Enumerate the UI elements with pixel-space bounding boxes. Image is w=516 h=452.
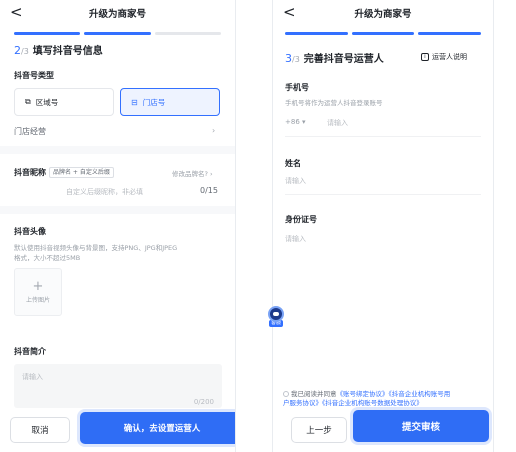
account-type-label: 抖音号类型 — [14, 71, 54, 80]
nickname-label-text: 抖音昵称 — [14, 168, 46, 177]
step-total: /3 — [292, 55, 300, 64]
agreement-text: 我已阅读并同意《账号绑定协议》《抖音企业机构账号用 户服务协议》《抖音企业机构账… — [283, 390, 489, 408]
cancel-button[interactable]: 取消 — [10, 417, 70, 443]
info-icon: i — [421, 53, 429, 61]
store-operation-row[interactable]: 门店经营 — [14, 126, 46, 137]
country-code-select[interactable]: +86 ▾ — [285, 118, 306, 126]
id-number-label: 身份证号 — [285, 215, 317, 224]
left-screen: < 升级为商家号 2/3 填写抖音号信息 抖音号类型 ⧉ 区域号 ⊟ 门店号 门店… — [0, 0, 236, 452]
progress-segment-3 — [154, 32, 221, 35]
customer-service-float[interactable]: 客服 — [266, 306, 286, 336]
phone-hint: 手机号将作为运营人抖音登录账号 — [285, 99, 383, 107]
submit-review-button[interactable]: 提交审核 — [353, 410, 489, 442]
step-progress — [14, 32, 221, 35]
progress-segment-1 — [14, 32, 81, 35]
agree-prefix: 我已阅读并同意 — [291, 390, 337, 398]
nickname-format-badge: 品牌名 + 自定义后缀 — [49, 167, 114, 178]
step-heading: 2/3 填写抖音号信息 — [14, 42, 103, 57]
back-icon[interactable]: < — [10, 3, 23, 21]
option-region-label: 区域号 — [35, 97, 59, 107]
intro-placeholder: 请输入 — [22, 373, 43, 381]
agreement-radio[interactable] — [283, 391, 289, 397]
option-region-account[interactable]: ⧉ 区域号 — [14, 88, 114, 116]
field-divider — [285, 194, 481, 195]
progress-segment-2 — [84, 32, 151, 35]
agreement-link-2[interactable]: 户服务协议》《抖音企业机构账号数据处理协议》 — [283, 399, 423, 407]
step-title: 填写抖音号信息 — [32, 46, 103, 57]
step-number: 3 — [285, 52, 292, 65]
avatar-hint-line-1: 默认使用抖音视频头像与背景图，支持PNG、JPG和JPEG — [14, 244, 178, 252]
intro-counter: 0/200 — [193, 398, 214, 406]
step-heading: 3/3 完善抖音号运营人 — [285, 50, 384, 65]
option-store-account[interactable]: ⊟ 门店号 — [120, 88, 220, 116]
right-screen: < 升级为商家号 3/3 完善抖音号运营人 i 运营人说明 手机号 手机号将作为运… — [272, 0, 494, 452]
upload-image-label: 上传图片 — [25, 296, 50, 304]
id-number-input[interactable]: 请输入 — [285, 234, 306, 244]
store-icon: ⊟ — [131, 97, 138, 107]
name-label: 姓名 — [285, 159, 301, 168]
intro-textarea[interactable]: 请输入 0/200 — [14, 364, 222, 408]
progress-segment-1 — [285, 32, 348, 35]
chevron-right-icon: › — [212, 126, 216, 135]
page-title: 升级为商家号 — [354, 9, 412, 20]
operator-info-text: 运营人说明 — [432, 53, 467, 61]
section-divider — [0, 146, 235, 154]
name-input[interactable]: 请输入 — [285, 176, 306, 186]
customer-service-icon — [268, 306, 284, 322]
region-icon: ⧉ — [25, 97, 31, 106]
phone-label: 手机号 — [285, 83, 309, 92]
intro-label: 抖音简介 — [14, 347, 46, 356]
nickname-input[interactable]: 自定义后缀昵称，非必填 — [66, 187, 143, 197]
operator-info-link[interactable]: i 运营人说明 — [421, 52, 467, 62]
back-icon[interactable]: < — [283, 3, 296, 21]
step-title: 完善抖音号运营人 — [303, 54, 384, 65]
left-header: < 升级为商家号 — [0, 0, 235, 26]
agreement-link-1[interactable]: 《账号绑定协议》《抖音企业机构账号用 — [337, 390, 451, 398]
change-brand-link[interactable]: 修改品牌名? › — [172, 168, 213, 178]
plus-icon: + — [32, 278, 44, 294]
step-total: /3 — [21, 47, 29, 56]
progress-segment-3 — [418, 32, 482, 35]
option-store-label: 门店号 — [142, 97, 166, 107]
country-code-value: +86 — [285, 118, 300, 126]
right-header: < 升级为商家号 — [273, 0, 493, 26]
step-progress — [285, 32, 482, 35]
section-divider — [0, 206, 235, 214]
upload-image-button[interactable]: + 上传图片 — [14, 268, 62, 316]
avatar-label: 抖音头像 — [14, 227, 46, 236]
previous-step-button[interactable]: 上一步 — [291, 417, 347, 443]
nickname-label: 抖音昵称 品牌名 + 自定义后缀 — [14, 167, 114, 178]
progress-segment-2 — [351, 32, 415, 35]
step-number: 2 — [14, 44, 21, 57]
confirm-set-operator-button[interactable]: 确认，去设置运营人 — [80, 412, 235, 444]
page-title: 升级为商家号 — [88, 9, 146, 20]
phone-input[interactable]: 请输入 — [327, 118, 348, 128]
field-divider — [285, 136, 481, 137]
nickname-counter: 0/15 — [200, 186, 218, 195]
avatar-hint-line-2: 格式，大小不超过5MB — [14, 254, 81, 262]
change-brand-link-text: 修改品牌名? — [172, 170, 208, 178]
